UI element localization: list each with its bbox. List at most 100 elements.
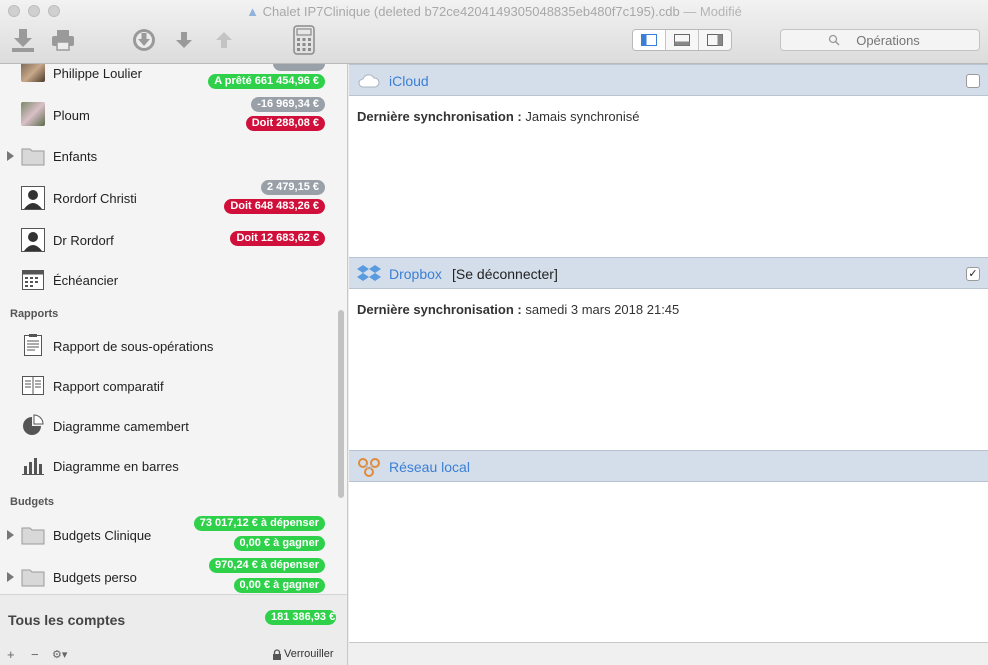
report-list-icon — [24, 334, 42, 356]
pie-chart-icon — [23, 414, 44, 435]
sync-panel: iCloud Dernière synchronisation : Jamais… — [349, 64, 988, 665]
sidebar-footer: Tous les comptes 181 386,93 € + − ⚙▾ Ver… — [0, 594, 348, 665]
reports-header: Rapports — [10, 308, 59, 320]
total-balance-badge: 181 386,93 € — [265, 610, 336, 625]
right-panel-layout-icon — [707, 34, 723, 46]
operations-search — [780, 29, 980, 51]
budgets-header: Budgets — [10, 496, 54, 508]
sidebar-scrollbar[interactable] — [338, 310, 344, 498]
to-earn-badge: 0,00 € à gagner — [233, 536, 325, 551]
gear-menu-button[interactable]: ⚙▾ — [52, 648, 67, 661]
search-icon — [828, 34, 840, 46]
print-icon[interactable] — [50, 27, 76, 53]
arrow-up-icon[interactable] — [211, 27, 237, 53]
person-icon — [21, 228, 45, 252]
icloud-section-header: iCloud — [349, 64, 988, 96]
to-earn-badge: 0,00 € à gagner — [233, 578, 325, 593]
group-row-enfants[interactable]: Enfants — [0, 144, 336, 168]
balance-badge: 2 479,15 € — [261, 180, 325, 195]
report-row-bar-chart[interactable]: Diagramme en barres — [0, 452, 336, 480]
lock-icon — [273, 648, 281, 660]
dropbox-last-sync: Dernière synchronisation : samedi 3 mars… — [357, 302, 679, 317]
modified-indicator: — Modifié — [679, 4, 742, 19]
dropbox-checkbox[interactable]: ✓ — [966, 267, 980, 281]
account-name: Ploum — [53, 108, 90, 123]
disconnect-link[interactable]: [Se déconnecter] — [452, 266, 558, 282]
person-icon — [21, 186, 45, 210]
disclosure-triangle-icon[interactable] — [7, 572, 14, 582]
sidebar: Philippe Loulier A prêté 661 454,96 € Pl… — [0, 64, 348, 594]
folder-icon — [21, 569, 45, 587]
cloud-icon — [358, 74, 380, 88]
budget-name: Budgets Clinique — [53, 528, 152, 543]
last-sync-value: samedi 3 mars 2018 21:45 — [525, 302, 680, 317]
remove-account-button[interactable]: − — [31, 647, 39, 662]
folder-icon — [21, 527, 45, 545]
report-name: Rapport comparatif — [53, 379, 164, 394]
disclosure-triangle-icon[interactable] — [7, 530, 14, 540]
sidebar-layout-icon — [641, 34, 657, 46]
bar-chart-icon — [22, 458, 44, 475]
owes-badge: Doit 648 483,26 € — [224, 199, 325, 214]
account-row-dr-rordorf[interactable]: Dr Rordorf Doit 12 683,62 € — [0, 226, 336, 256]
layout-sidebar-button[interactable] — [633, 30, 666, 50]
avatar — [21, 64, 45, 82]
owes-badge: Doit 12 683,62 € — [230, 231, 325, 246]
window-title-text: Chalet IP7Clinique (deleted b72ce4204149… — [262, 4, 680, 19]
last-sync-label: Dernière synchronisation : — [357, 302, 522, 317]
calendar-icon — [22, 270, 44, 290]
budget-row-perso[interactable]: Budgets perso 970,24 € à dépenser 0,00 €… — [0, 556, 336, 594]
report-name: Diagramme camembert — [53, 419, 189, 434]
report-name: Diagramme en barres — [53, 459, 179, 474]
add-account-button[interactable]: + — [7, 647, 15, 662]
account-name: Échéancier — [53, 273, 119, 288]
account-row-ploum[interactable]: Ploum -16 969,34 € Doit 288,08 € — [0, 96, 336, 138]
main-bottom-bar — [349, 642, 988, 665]
account-name: Enfants — [53, 149, 98, 164]
report-row-comparative[interactable]: Rapport comparatif — [0, 372, 336, 400]
scheduler-row[interactable]: Échéancier — [0, 266, 336, 294]
report-row-sub-operations[interactable]: Rapport de sous-opérations — [0, 332, 336, 360]
dropbox-section-header: Dropbox [Se déconnecter] ✓ — [349, 257, 988, 289]
network-icon — [358, 458, 380, 477]
lock-button[interactable]: Verrouiller — [272, 648, 334, 660]
calculator-icon[interactable] — [291, 25, 317, 55]
report-compare-icon — [22, 376, 44, 395]
report-row-pie-chart[interactable]: Diagramme camembert — [0, 412, 336, 440]
layout-bottom-button[interactable] — [666, 30, 699, 50]
download-circle-icon[interactable] — [131, 27, 157, 53]
window-title: ▲ Chalet IP7Clinique (deleted b72ce42041… — [0, 4, 988, 19]
folder-icon — [21, 148, 45, 166]
last-sync-value: Jamais synchronisé — [525, 109, 640, 124]
account-name: Rordorf Christi — [53, 191, 137, 206]
layout-right-button[interactable] — [699, 30, 731, 50]
local-network-title[interactable]: Réseau local — [389, 459, 470, 475]
budget-name: Budgets perso — [53, 570, 137, 585]
all-accounts-label[interactable]: Tous les comptes — [8, 612, 125, 628]
import-icon[interactable] — [10, 27, 36, 53]
dropbox-title[interactable]: Dropbox — [389, 266, 442, 282]
disclosure-triangle-icon[interactable] — [7, 151, 14, 161]
to-spend-badge: 73 017,12 € à dépenser — [193, 516, 325, 531]
document-icon: ▲ — [246, 4, 260, 19]
layout-switcher — [632, 29, 732, 51]
dropbox-icon — [357, 265, 381, 281]
arrow-down-icon[interactable] — [171, 27, 197, 53]
balance-badge — [273, 64, 325, 71]
to-spend-badge: 970,24 € à dépenser — [209, 558, 325, 573]
last-sync-label: Dernière synchronisation : — [357, 109, 522, 124]
owes-badge: Doit 288,08 € — [245, 116, 325, 131]
lent-badge: A prêté 661 454,96 € — [208, 74, 325, 89]
account-name: Dr Rordorf — [53, 233, 114, 248]
window-toolbar: ▲ Chalet IP7Clinique (deleted b72ce42041… — [0, 0, 988, 64]
icloud-last-sync: Dernière synchronisation : Jamais synchr… — [357, 109, 640, 124]
search-input[interactable] — [781, 30, 979, 50]
bottom-panel-layout-icon — [674, 34, 690, 46]
account-row-rordorf-christi[interactable]: Rordorf Christi 2 479,15 € Doit 648 483,… — [0, 180, 336, 220]
budget-row-clinique[interactable]: Budgets Clinique 73 017,12 € à dépenser … — [0, 514, 336, 554]
icloud-checkbox[interactable] — [966, 74, 980, 88]
account-name: Philippe Loulier — [53, 66, 142, 81]
local-network-section-header: Réseau local — [349, 450, 988, 482]
icloud-title[interactable]: iCloud — [389, 73, 429, 89]
balance-badge: -16 969,34 € — [251, 97, 325, 112]
